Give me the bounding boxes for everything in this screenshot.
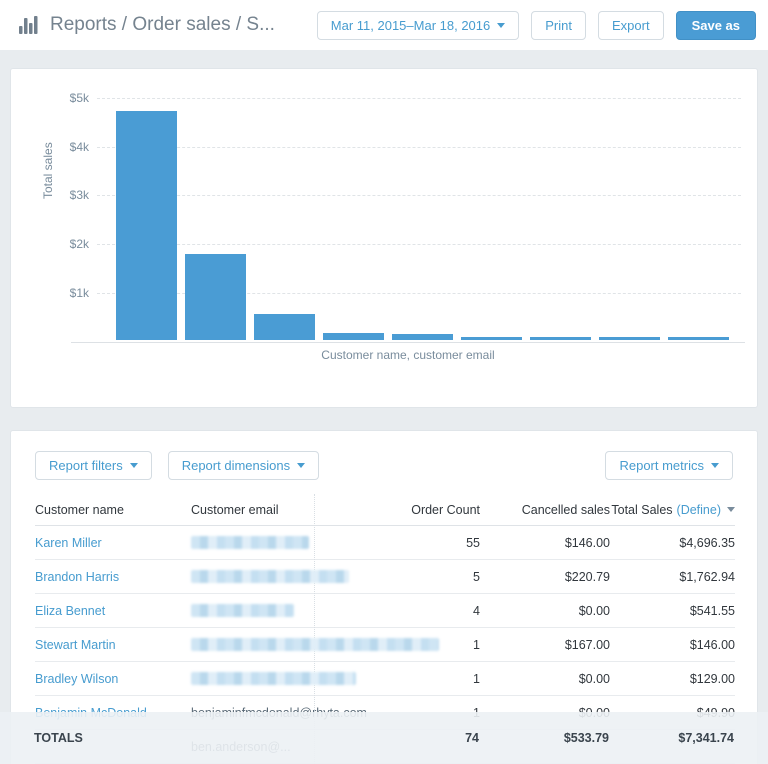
- chart-bar[interactable]: [599, 337, 660, 340]
- chart-panel: $5k $4k $3k $2k $1k Total sales Customer nam…: [10, 68, 758, 408]
- total-sales-cell: $4,696.35: [679, 535, 735, 550]
- cancelled-sales-cell: $220.79: [564, 569, 610, 584]
- totals-order-count: 74: [465, 731, 479, 745]
- totals-bar: TOTALS 74 $533.79 $7,341.74: [0, 712, 768, 764]
- col-header-cancelled-sales[interactable]: Cancelled sales: [480, 503, 610, 517]
- col-header-customer-name[interactable]: Customer name: [35, 503, 181, 517]
- total-sales-bar-chart: $5k $4k $3k $2k $1k Total sales Customer nam…: [11, 69, 757, 407]
- redacted-email-block: [191, 672, 356, 685]
- total-sales-cell: $129.00: [689, 671, 735, 686]
- table-row: Bradley Wilson 1 $0.00 $129.00: [35, 662, 735, 696]
- total-sales-cell: $541.55: [689, 603, 735, 618]
- save-as-button[interactable]: Save as: [675, 10, 756, 40]
- chart-bar[interactable]: [254, 313, 315, 340]
- chevron-down-icon: [497, 22, 506, 28]
- report-metrics-label: Report metrics: [619, 458, 704, 473]
- col-header-order-count[interactable]: Order Count: [314, 503, 480, 517]
- chevron-down-icon: [297, 463, 306, 468]
- date-range-button[interactable]: Mar 11, 2015–Mar 18, 2016: [316, 10, 520, 40]
- report-dimensions-button[interactable]: Report dimensions: [167, 451, 320, 480]
- cancelled-sales-cell: $0.00: [578, 671, 610, 686]
- print-button[interactable]: Print: [531, 10, 586, 40]
- top-header: Reports / Order sales / S... Mar 11, 201…: [0, 0, 768, 50]
- define-link[interactable]: (Define): [677, 503, 721, 517]
- x-axis-line: [71, 342, 745, 343]
- date-range-label: Mar 11, 2015–Mar 18, 2016: [330, 17, 491, 33]
- chart-bar[interactable]: [116, 110, 177, 340]
- report-filters-label: Report filters: [49, 458, 123, 473]
- totals-label: TOTALS: [34, 731, 83, 745]
- redacted-email-block: [191, 536, 309, 549]
- chevron-down-icon: [711, 463, 719, 468]
- chart-bar[interactable]: [530, 337, 591, 340]
- customer-name-link[interactable]: Stewart Martin: [35, 638, 116, 652]
- total-sales-cell: $146.00: [689, 637, 735, 652]
- bar-chart-icon: [19, 16, 38, 34]
- chevron-down-icon: [129, 463, 138, 468]
- redacted-email-block: [191, 604, 294, 617]
- header-actions: Mar 11, 2015–Mar 18, 2016 Print Export S…: [305, 10, 756, 40]
- chart-bar[interactable]: [668, 337, 729, 340]
- chart-bar[interactable]: [392, 333, 453, 340]
- cancelled-sales-cell: $146.00: [564, 535, 610, 550]
- report-metrics-button[interactable]: Report metrics: [605, 451, 733, 480]
- order-count-cell: 4: [473, 603, 480, 618]
- page-title: Reports / Order sales / S...: [50, 14, 275, 35]
- cancelled-sales-cell: $0.00: [578, 603, 610, 618]
- cancelled-sales-cell: $167.00: [564, 637, 610, 652]
- redacted-email-block: [191, 570, 349, 583]
- redacted-email-block: [191, 638, 439, 651]
- col-header-total-sales[interactable]: Total Sales (Define): [610, 503, 735, 517]
- bar-group: [116, 96, 729, 340]
- report-filters-button[interactable]: Report filters: [35, 451, 152, 480]
- x-axis-title: Customer name, customer email: [321, 348, 495, 362]
- customer-name-link[interactable]: Karen Miller: [35, 536, 102, 550]
- chevron-down-icon: [727, 507, 735, 512]
- totals-cancelled-sales: $533.79: [563, 731, 609, 745]
- chart-bar[interactable]: [461, 337, 522, 340]
- customer-name-link[interactable]: Bradley Wilson: [35, 672, 118, 686]
- table-header-row: Customer name Customer email Order Count…: [35, 494, 735, 526]
- customer-name-link[interactable]: Brandon Harris: [35, 570, 119, 584]
- table-row: Eliza Bennet 4 $0.00 $541.55: [35, 594, 735, 628]
- chart-bar[interactable]: [323, 332, 384, 340]
- table-row: Stewart Martin 1 $167.00 $146.00: [35, 628, 735, 662]
- table-row: Karen Miller 55 $146.00 $4,696.35: [35, 526, 735, 560]
- y-tick-label: $2k: [69, 237, 89, 252]
- customer-name-link[interactable]: Eliza Bennet: [35, 604, 105, 618]
- col-header-customer-email[interactable]: Customer email: [181, 503, 314, 517]
- report-dimensions-label: Report dimensions: [181, 458, 291, 473]
- table-row: Brandon Harris 5 $220.79 $1,762.94: [35, 560, 735, 594]
- totals-total-sales: $7,341.74: [678, 731, 734, 745]
- total-sales-label: Total Sales: [611, 502, 673, 517]
- total-sales-cell: $1,762.94: [679, 569, 735, 584]
- report-toolbar: Report filters Report dimensions Report …: [11, 431, 757, 494]
- order-count-cell: 55: [466, 535, 480, 550]
- chart-bar[interactable]: [185, 253, 246, 340]
- y-tick-label: $1k: [69, 285, 89, 300]
- y-tick-label: $5k: [69, 91, 89, 105]
- export-button[interactable]: Export: [597, 10, 664, 40]
- y-axis-title: Total sales: [41, 142, 55, 199]
